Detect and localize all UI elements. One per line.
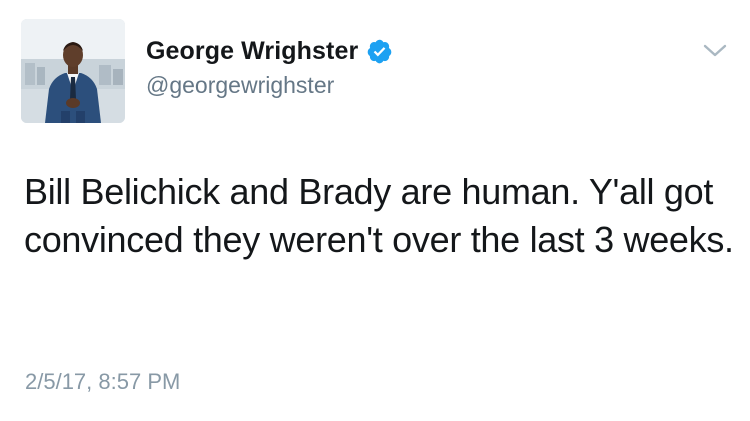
timestamp[interactable]: 2/5/17, 8:57 PM <box>25 369 180 395</box>
display-name[interactable]: George Wrighster <box>146 37 358 66</box>
tweet-card: George Wrighster @georgewrighster Bill B… <box>0 0 750 421</box>
verified-badge-icon <box>366 38 393 65</box>
tweet-text: Bill Belichick and Brady are human. Y'al… <box>24 171 734 260</box>
handle[interactable]: @georgewrighster <box>146 72 334 99</box>
chevron-down-icon[interactable] <box>702 42 728 60</box>
author-name-row: George Wrighster <box>146 34 393 68</box>
avatar[interactable] <box>21 19 125 123</box>
avatar-image <box>21 19 125 123</box>
